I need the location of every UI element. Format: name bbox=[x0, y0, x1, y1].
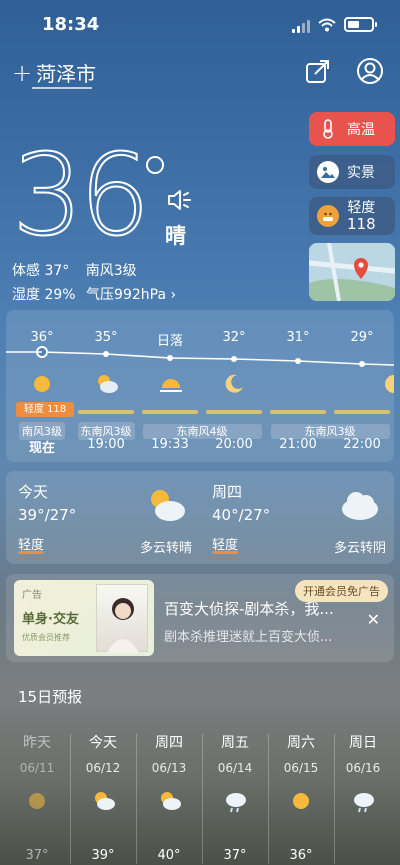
city-name: 菏泽市 bbox=[36, 62, 97, 86]
hourly-time: 19:00 bbox=[87, 437, 125, 452]
forecast-15-title: 15日预报 bbox=[18, 688, 83, 706]
hourly-time: 20:00 bbox=[215, 437, 253, 452]
sun-icon bbox=[293, 793, 309, 809]
aqi-level-label: 轻度 bbox=[347, 199, 376, 216]
live-scene-button[interactable]: 实景 bbox=[309, 155, 395, 189]
photo-icon bbox=[317, 161, 339, 183]
add-city-icon[interactable]: + bbox=[12, 61, 32, 85]
status-bar: 18:34 bbox=[0, 0, 400, 52]
high-temp-label: 高温 bbox=[347, 122, 375, 138]
current-details-row-2[interactable]: 湿度 29% 气压992hPa › bbox=[12, 284, 188, 304]
forecast-day[interactable]: 周五 06/14 37° bbox=[202, 732, 268, 863]
degree-symbol bbox=[146, 156, 164, 174]
aqi-bar bbox=[270, 410, 326, 414]
rain-cloud-icon bbox=[354, 793, 374, 813]
signal-icon bbox=[292, 20, 310, 33]
hourly-wind: 东南风3级 bbox=[270, 424, 390, 439]
mask-face-icon bbox=[317, 205, 339, 227]
hourly-time: 22:00 bbox=[343, 437, 381, 452]
ad-image[interactable]: 广告 单身·交友 优质会员推荐 bbox=[14, 580, 154, 656]
aqi-bar bbox=[142, 410, 198, 414]
forecast-day[interactable]: 周日 06/16 bbox=[330, 732, 396, 813]
aqi-bar bbox=[334, 410, 390, 414]
today-summary[interactable]: 今天 39°/27° 轻度 多云转晴 bbox=[6, 471, 200, 564]
cloud-icon bbox=[342, 492, 378, 520]
ad-banner[interactable]: 广告 单身·交友 优质会员推荐 开通会员免广告 百变大侦探-剧本杀，我... 剧… bbox=[6, 574, 394, 662]
sun-icon bbox=[34, 376, 50, 392]
live-scene-label: 实景 bbox=[347, 165, 375, 181]
sun-icon bbox=[29, 793, 45, 809]
feels-like: 体感 37° bbox=[12, 263, 70, 279]
hourly-time: 21:00 bbox=[279, 437, 317, 452]
current-details-row-1: 体感 37° 南风3级 bbox=[12, 260, 149, 280]
aqi-tag: 轻度 118 bbox=[16, 402, 74, 417]
partly-cloudy-icon bbox=[161, 792, 181, 810]
moon-icon bbox=[225, 374, 243, 393]
user-icon[interactable] bbox=[356, 57, 384, 85]
forecast-day[interactable]: 昨天 06/11 37° bbox=[4, 732, 70, 863]
ad-image-title: 单身·交友 bbox=[22, 612, 79, 627]
forecast-day[interactable]: 今天 06/12 39° bbox=[70, 732, 136, 863]
sunset-icon bbox=[160, 379, 182, 392]
ad-tag: 广告 bbox=[22, 590, 42, 601]
hourly-time: 19:33 bbox=[151, 437, 189, 452]
status-time: 18:34 bbox=[42, 14, 100, 35]
share-icon[interactable] bbox=[305, 58, 331, 84]
tomorrow-summary[interactable]: 周四 40°/27° 轻度 多云转阴 bbox=[200, 471, 394, 564]
hourly-temperature-line bbox=[6, 346, 394, 367]
current-temperature: 36 bbox=[11, 131, 151, 261]
partly-cloudy-icon bbox=[98, 375, 118, 393]
pressure: 气压992hPa › bbox=[86, 287, 177, 303]
ad-subtitle: 剧本杀推理迷就上百变大侦... bbox=[164, 630, 333, 645]
wind-level: 南风3级 bbox=[85, 263, 137, 279]
speaker-icon[interactable] bbox=[166, 188, 194, 212]
air-quality-button[interactable]: 轻度 118 bbox=[309, 197, 395, 235]
battery-icon bbox=[344, 17, 374, 32]
ad-title: 百变大侦探-剧本杀，我... bbox=[164, 600, 334, 618]
aqi-value: 118 bbox=[347, 214, 376, 233]
moon-icon bbox=[385, 375, 394, 393]
aqi-bar bbox=[78, 410, 134, 414]
close-icon[interactable]: ✕ bbox=[367, 610, 380, 629]
hourly-time: 现在 bbox=[28, 441, 55, 456]
rain-cloud-icon bbox=[226, 793, 246, 813]
forecast-day[interactable]: 周四 06/13 40° bbox=[136, 732, 202, 863]
partly-cloudy-icon bbox=[151, 490, 185, 521]
wifi-icon bbox=[318, 18, 336, 32]
hourly-forecast-panel[interactable]: 36° 轻度 118 南风3级 现在 35° 东南风3级 19:00 日落 19… bbox=[6, 310, 394, 462]
forecast-15-list[interactable]: 昨天 06/11 37° 今天 06/12 39° 周四 06/13 40° 周… bbox=[0, 732, 400, 865]
two-day-summary[interactable]: 今天 39°/27° 轻度 多云转晴 周四 40°/27° 轻度 多云转阴 bbox=[6, 471, 394, 564]
forecast-day[interactable]: 周六 06/15 36° bbox=[268, 732, 334, 863]
city-underline bbox=[32, 87, 92, 89]
aqi-bar bbox=[206, 410, 262, 414]
thermometer-icon bbox=[317, 118, 339, 140]
hourly-wind: 东南风4级 bbox=[142, 424, 262, 439]
humidity: 湿度 29% bbox=[12, 287, 76, 303]
partly-cloudy-icon bbox=[95, 792, 115, 810]
city-selector[interactable]: + 菏泽市 bbox=[12, 58, 96, 87]
ad-portrait bbox=[96, 584, 148, 653]
current-condition: 晴 bbox=[165, 224, 186, 248]
ad-image-subtitle: 优质会员推荐 bbox=[22, 633, 70, 642]
high-temp-alert-button[interactable]: 高温 bbox=[309, 112, 395, 146]
radar-map-thumbnail[interactable] bbox=[309, 243, 395, 301]
